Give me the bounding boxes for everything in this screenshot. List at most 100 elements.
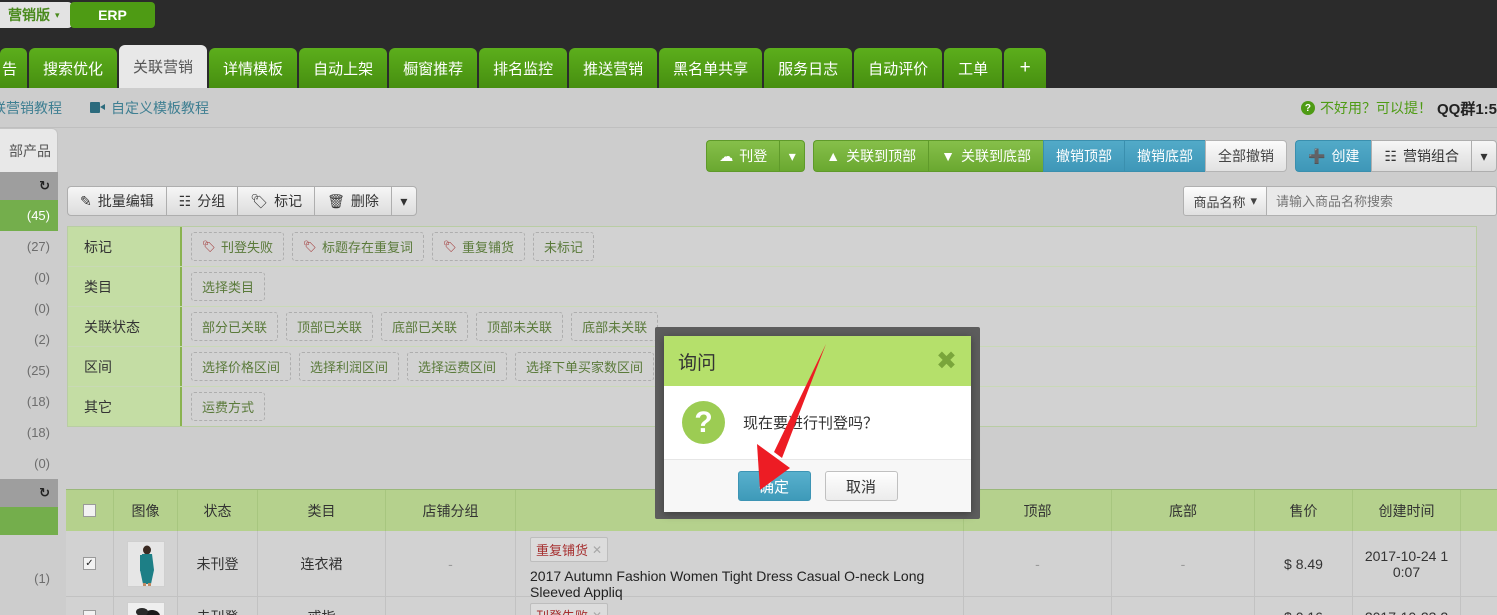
version-selector[interactable]: 营销版 ▾ [0,2,72,28]
revoke-all-button[interactable]: 全部撤销 [1205,140,1287,172]
tag-icon: 🏷 [250,193,268,210]
filter-chip-unmarked[interactable]: 未标记 [533,232,594,261]
filter-chip-duplicate-word[interactable]: 🏷 标题存在重复词 [292,232,424,261]
filter-chip-publish-failed[interactable]: 🏷 刊登失败 [191,232,284,261]
row-0-checkbox-cell[interactable]: ✓ [66,531,114,596]
main-tab-strip: 告 搜索优化 关联营销 详情模板 自动上架 橱窗推荐 排名监控 推送营销 黑名单… [0,45,1048,88]
marketing-combo-button[interactable]: ☷ 营销组合 [1371,140,1471,172]
row-1-bottom: - [1112,597,1255,615]
sidebar-item-bottom-blank[interactable] [0,535,58,563]
filter-chip-profit-range[interactable]: 选择利润区间 [299,352,399,381]
publish-dropdown-button[interactable]: ▾ [779,140,805,172]
search-field-selector[interactable]: 商品名称 ▾ [1183,186,1267,216]
revoke-bottom-button[interactable]: 撤销底部 [1124,140,1205,172]
tab-search-opt[interactable]: 搜索优化 [29,48,117,88]
close-icon-2[interactable]: ✕ [592,609,602,615]
filter-chip-label-0-0: 刊登失败 [221,237,273,256]
filter-chip-shipping-range[interactable]: 选择运费区间 [407,352,507,381]
revoke-top-button[interactable]: 撤销顶部 [1043,140,1124,172]
tab-push-mkt[interactable]: 推送营销 [569,48,657,88]
dress-thumbnail-svg [128,542,165,587]
tab-add-button[interactable]: + [1004,48,1046,88]
publish-button[interactable]: ☁ 刊登 [706,140,779,172]
refresh-icon-2: ↻ [39,485,50,501]
sidebar-item-6[interactable]: (18) [0,386,58,417]
sitemap-icon-2: ☷ [179,193,192,210]
tab-auto-list[interactable]: 自动上架 [299,48,387,88]
sidebar-item-bottom-selected[interactable] [0,507,58,535]
row-0-bottom-value: - [1181,556,1186,572]
dialog-confirm-button[interactable]: 确定 [738,471,811,501]
sidebar-item-1[interactable]: (27) [0,231,58,262]
link-to-top-button[interactable]: ▲ 关联到顶部 [813,140,928,172]
erp-button[interactable]: ERP [70,2,155,28]
mark-button[interactable]: 🏷 标记 [237,186,314,216]
search-input[interactable] [1267,186,1497,216]
row-1-checkbox[interactable] [83,610,96,615]
sidebar-item-8[interactable]: (0) [0,448,58,479]
table-row[interactable]: 未刊登 戒指 - 刊登失败 ✕ - - $ 0.16 2017-10-23 2 [66,597,1497,615]
row-0-product-title[interactable]: 2017 Autumn Fashion Women Tight Dress Ca… [530,568,959,600]
tutorial-link-related-marketing[interactable]: 关联营销教程 [0,98,62,118]
sidebar-item-0[interactable]: (45) [0,200,58,231]
more-actions-dropdown[interactable]: ▾ [391,186,417,216]
filter-chip-top-linked[interactable]: 顶部已关联 [286,312,373,341]
create-button[interactable]: ➕ 创建 [1295,140,1371,172]
filter-chip-duplicate-listing[interactable]: 🏷 重复铺货 [432,232,525,261]
filter-chip-select-category[interactable]: 选择类目 [191,272,265,301]
tab-related-mkt[interactable]: 关联营销 [119,45,207,88]
product-thumbnail-1 [127,602,165,615]
sidebar-tab-all-products[interactable]: 部产品 [0,128,58,172]
header-select-all[interactable] [66,490,114,531]
tutorial-label-2: 自定义模板教程 [111,98,209,118]
select-all-checkbox[interactable] [83,504,96,517]
tab-auto-review[interactable]: 自动评价 [854,48,942,88]
close-icon[interactable]: ✕ [592,543,602,557]
primary-toolbar-buttons: ☁ 刊登 ▾ ▲ 关联到顶部 ▼ 关联到底部 [706,140,1497,172]
table-row[interactable]: ✓ 未刊登 连衣裙 - 重复铺货 [66,531,1497,597]
tab-work-order[interactable]: 工单 [944,48,1002,88]
filter-chip-top-unlinked[interactable]: 顶部未关联 [476,312,563,341]
marketing-combo-dropdown[interactable]: ▾ [1471,140,1497,172]
tab-rank-monitor[interactable]: 排名监控 [479,48,567,88]
close-icon[interactable]: ✖ [936,349,957,374]
filter-chip-price-range[interactable]: 选择价格区间 [191,352,291,381]
delete-button[interactable]: 🗑 删除 [314,186,391,216]
filter-chip-partial-linked[interactable]: 部分已关联 [191,312,278,341]
sidebar-refresh-bottom[interactable]: ↻ [0,479,58,507]
sidebar-item-bottom-count[interactable]: (1) [0,563,58,594]
link-to-bottom-button[interactable]: ▼ 关联到底部 [928,140,1043,172]
tutorial-link-custom-template[interactable]: 自定义模板教程 [90,98,209,118]
sidebar-item-5[interactable]: (25) [0,355,58,386]
sidebar-count-1: (27) [27,239,50,254]
help-qq-area[interactable]: ? 不好用？可以提！ QQ群1:5 [1301,88,1497,128]
sidebar-item-4[interactable]: (2) [0,324,58,355]
filter-chip-buyer-count-range[interactable]: 选择下单买家数区间 [515,352,654,381]
tab-showcase[interactable]: 橱窗推荐 [389,48,477,88]
filter-chip-shipping-method[interactable]: 运费方式 [191,392,265,421]
tab-service-log[interactable]: 服务日志 [764,48,852,88]
sidebar-item-7[interactable]: (18) [0,417,58,448]
sidebar-item-2[interactable]: (0) [0,262,58,293]
sidebar-item-3[interactable]: (0) [0,293,58,324]
tab-detail-tpl[interactable]: 详情模板 [209,48,297,88]
group-button[interactable]: ☷ 分组 [166,186,238,216]
tab-blacklist[interactable]: 黑名单共享 [659,48,762,88]
filter-chip-bottom-unlinked[interactable]: 底部未关联 [571,312,658,341]
row-1-badge[interactable]: 刊登失败 ✕ [530,603,608,615]
edit-icon: ✎ [80,193,92,210]
row-1-shop-group-value: - [448,609,453,615]
tab-ad[interactable]: 告 [0,48,27,88]
left-sidebar: 部产品 ↻ (45) (27) (0) (0) (2) (25) (18) (1… [0,128,58,615]
trash-icon: 🗑 [327,193,345,210]
row-0-badge[interactable]: 重复铺货 ✕ [530,537,608,562]
row-0-category: 连衣裙 [258,531,386,596]
publish-label: 刊登 [739,146,767,166]
sidebar-refresh-top[interactable]: ↻ [0,172,58,200]
row-1-checkbox-cell[interactable] [66,597,114,615]
batch-edit-button[interactable]: ✎ 批量编辑 [67,186,166,216]
row-0-checkbox[interactable]: ✓ [83,557,96,570]
dialog-cancel-button[interactable]: 取消 [825,471,898,501]
filter-chip-bottom-linked[interactable]: 底部已关联 [381,312,468,341]
filter-chips-category: 选择类目 [182,267,1476,306]
